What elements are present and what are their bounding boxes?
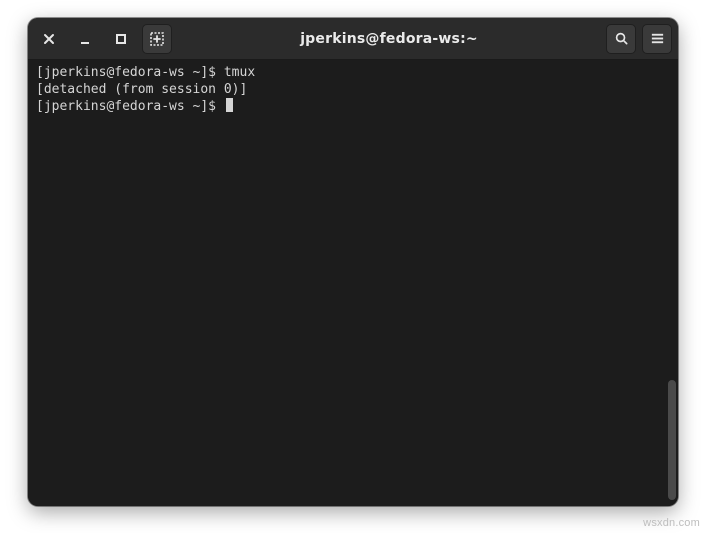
search-button[interactable] xyxy=(606,24,636,54)
close-icon xyxy=(43,33,55,45)
shell-prompt: [jperkins@fedora-ws ~]$ xyxy=(36,65,224,80)
menu-button[interactable] xyxy=(642,24,672,54)
maximize-button[interactable] xyxy=(106,24,136,54)
hamburger-icon xyxy=(650,31,665,46)
cursor xyxy=(226,98,233,112)
terminal-line: [detached (from session 0)] xyxy=(36,81,670,98)
shell-prompt: [jperkins@fedora-ws ~]$ xyxy=(36,99,224,114)
minimize-icon xyxy=(79,33,91,45)
minimize-button[interactable] xyxy=(70,24,100,54)
titlebar-right-controls xyxy=(606,24,672,54)
new-tab-button[interactable] xyxy=(142,24,172,54)
titlebar-left-controls xyxy=(34,24,172,54)
window-title: jperkins@fedora-ws:~ xyxy=(178,31,600,47)
terminal-line: [jperkins@fedora-ws ~]$ xyxy=(36,98,670,115)
search-icon xyxy=(614,31,629,46)
watermark: wsxdn.com xyxy=(643,517,700,529)
titlebar: jperkins@fedora-ws:~ xyxy=(28,18,678,60)
terminal-window: jperkins@fedora-ws:~ [jperkins@fedora-ws… xyxy=(28,18,678,506)
scrollbar-thumb[interactable] xyxy=(668,380,676,500)
close-button[interactable] xyxy=(34,24,64,54)
terminal-body[interactable]: [jperkins@fedora-ws ~]$ tmux[detached (f… xyxy=(28,60,678,506)
shell-command: tmux xyxy=(224,65,255,80)
terminal-line: [jperkins@fedora-ws ~]$ tmux xyxy=(36,64,670,81)
new-tab-icon xyxy=(149,31,165,47)
maximize-icon xyxy=(115,33,127,45)
